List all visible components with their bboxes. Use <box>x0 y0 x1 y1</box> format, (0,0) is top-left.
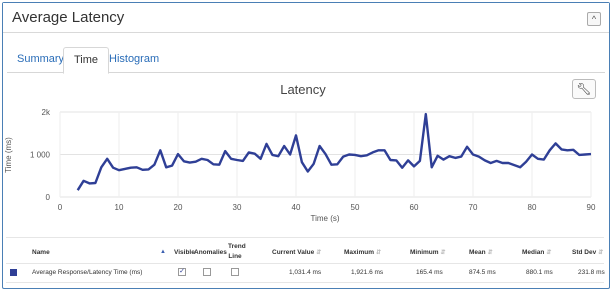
col-header-std-dev[interactable]: Std Dev ⇵ <box>572 249 603 256</box>
series-color-swatch <box>10 269 17 276</box>
x-axis-ticks: 0 10 20 30 40 50 60 70 80 90 <box>58 203 596 212</box>
x-tick-label: 0 <box>58 203 63 212</box>
table-top-divider <box>6 237 604 238</box>
col-header-visible[interactable]: Visible <box>174 249 195 256</box>
col-header-anomalies[interactable]: Anomalies <box>194 249 227 256</box>
x-tick-label: 10 <box>115 203 124 212</box>
y-axis-ticks: 0 1 000 2k <box>30 108 51 202</box>
x-tick-label: 50 <box>351 203 360 212</box>
visible-checkbox[interactable]: ✓ <box>178 268 186 276</box>
checkmark-icon: ✓ <box>179 268 185 275</box>
table-header-divider <box>6 263 604 264</box>
col-header-mean[interactable]: Mean ⇵ <box>469 249 493 256</box>
sort-icon: ⇵ <box>440 250 446 256</box>
x-tick-label: 40 <box>292 203 301 212</box>
y-tick-label: 0 <box>46 193 51 202</box>
sort-icon: ⇵ <box>375 250 382 256</box>
series-layer <box>76 112 592 191</box>
table-bottom-divider <box>6 282 604 283</box>
y-tick-label: 1 000 <box>30 151 51 160</box>
trend-line-checkbox[interactable] <box>231 268 239 276</box>
col-header-trend-line[interactable]: Trend Line <box>228 242 246 262</box>
minimum-cell: 165.4 ms <box>416 269 443 276</box>
sort-icon: ⇵ <box>316 250 322 256</box>
median-cell: 880.1 ms <box>526 269 553 276</box>
y-axis-label: Time (ms) <box>4 137 13 173</box>
maximum-cell: 1,921.6 ms <box>351 269 384 276</box>
mean-cell: 874.5 ms <box>469 269 496 276</box>
sort-asc-icon[interactable]: ▲ <box>158 248 166 255</box>
col-header-maximum[interactable]: Maximum ⇵ <box>344 249 381 256</box>
col-header-median[interactable]: Median ⇵ <box>522 249 551 256</box>
x-tick-label: 80 <box>528 203 537 212</box>
sort-icon: ⇵ <box>487 250 493 256</box>
x-tick-label: 90 <box>587 203 596 212</box>
series-line <box>76 112 592 191</box>
current-value-cell: 1,031.4 ms <box>289 269 322 276</box>
col-header-name[interactable]: Name <box>32 249 50 256</box>
anomalies-checkbox[interactable] <box>203 268 211 276</box>
x-axis-label: Time (s) <box>310 214 339 223</box>
sort-icon: ⇵ <box>546 250 552 256</box>
x-tick-label: 70 <box>469 203 478 212</box>
col-header-minimum[interactable]: Minimum ⇵ <box>410 249 446 256</box>
x-tick-label: 60 <box>410 203 419 212</box>
x-tick-label: 30 <box>233 203 242 212</box>
col-header-current-value[interactable]: Current Value ⇵ <box>272 249 321 256</box>
std-dev-cell: 231.8 ms <box>578 269 605 276</box>
y-tick-label: 2k <box>42 108 51 117</box>
series-name: Average Response/Latency Time (ms) <box>32 269 143 276</box>
sort-icon: ⇵ <box>598 250 604 256</box>
x-tick-label: 20 <box>174 203 183 212</box>
